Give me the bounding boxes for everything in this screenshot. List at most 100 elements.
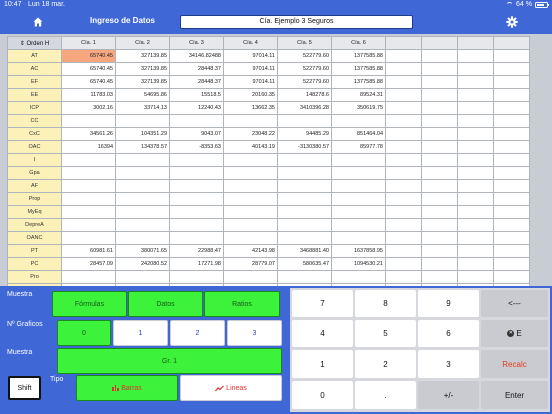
table-cell[interactable] xyxy=(385,270,422,284)
table-cell[interactable] xyxy=(277,270,332,284)
key-1[interactable]: 1 xyxy=(292,350,353,378)
table-cell[interactable] xyxy=(223,179,278,193)
table-cell[interactable] xyxy=(457,244,494,258)
table-cell[interactable] xyxy=(61,205,116,219)
table-cell[interactable]: 15518.5 xyxy=(169,88,224,102)
table-cell[interactable] xyxy=(493,127,530,141)
table-cell[interactable] xyxy=(61,192,116,206)
table-cell[interactable] xyxy=(385,101,422,115)
table-cell[interactable]: 65740.45 xyxy=(61,75,116,89)
table-cell[interactable]: 1637858.95 xyxy=(331,244,386,258)
table-cell[interactable]: 97014.11 xyxy=(223,75,278,89)
table-cell[interactable]: 1377585.88 xyxy=(331,62,386,76)
table-cell[interactable] xyxy=(385,205,422,219)
clear-key[interactable]: ✕ E xyxy=(481,320,548,347)
table-cell[interactable] xyxy=(421,88,458,102)
sort-order-button[interactable]: ⇕ Orden H xyxy=(7,36,62,50)
table-cell[interactable]: 40143.19 xyxy=(223,140,278,154)
table-cell[interactable]: 17271.98 xyxy=(169,257,224,271)
table-cell[interactable] xyxy=(115,179,170,193)
table-cell[interactable] xyxy=(223,218,278,232)
table-cell[interactable] xyxy=(385,192,422,206)
table-cell[interactable] xyxy=(331,231,386,245)
table-cell[interactable]: 148278.6 xyxy=(277,88,332,102)
table-cell[interactable]: 65740.45 xyxy=(61,49,116,63)
key-dot[interactable]: . xyxy=(355,381,416,409)
table-cell[interactable]: 34146.82488 xyxy=(169,49,224,63)
table-cell[interactable]: 28457.09 xyxy=(61,257,116,271)
table-cell[interactable]: 1377585.88 xyxy=(331,49,386,63)
table-cell[interactable]: 1094530.21 xyxy=(331,257,386,271)
table-cell[interactable] xyxy=(457,205,494,219)
table-cell[interactable] xyxy=(331,114,386,128)
company-selector[interactable]: Cía. Ejemplo 3 Seguros xyxy=(180,15,413,29)
table-cell[interactable] xyxy=(421,49,458,63)
sign-key[interactable]: +/- xyxy=(418,381,479,409)
table-cell[interactable] xyxy=(169,218,224,232)
key-3[interactable]: 3 xyxy=(418,350,479,378)
recalc-key[interactable]: Recalc xyxy=(481,350,548,378)
table-cell[interactable] xyxy=(331,179,386,193)
table-cell[interactable]: 13662.35 xyxy=(223,101,278,115)
table-cell[interactable] xyxy=(61,218,116,232)
table-cell[interactable] xyxy=(457,49,494,63)
table-cell[interactable]: 9043.07 xyxy=(169,127,224,141)
table-cell[interactable] xyxy=(457,179,494,193)
table-cell[interactable] xyxy=(277,231,332,245)
table-cell[interactable] xyxy=(493,179,530,193)
graficos-1-button[interactable]: 1 xyxy=(113,320,168,346)
table-cell[interactable]: 28779.07 xyxy=(223,257,278,271)
table-cell[interactable] xyxy=(223,231,278,245)
table-cell[interactable] xyxy=(61,270,116,284)
table-cell[interactable]: 12240.43 xyxy=(169,101,224,115)
table-cell[interactable]: 242080.52 xyxy=(115,257,170,271)
barras-button[interactable]: Barras xyxy=(76,375,178,401)
table-cell[interactable] xyxy=(421,270,458,284)
table-cell[interactable] xyxy=(169,270,224,284)
table-cell[interactable] xyxy=(169,192,224,206)
table-cell[interactable] xyxy=(385,179,422,193)
table-cell[interactable] xyxy=(223,192,278,206)
table-cell[interactable]: 65740.45 xyxy=(61,62,116,76)
table-cell[interactable] xyxy=(385,88,422,102)
table-cell[interactable] xyxy=(331,192,386,206)
table-cell[interactable] xyxy=(457,140,494,154)
table-cell[interactable] xyxy=(493,218,530,232)
table-cell[interactable] xyxy=(61,231,116,245)
table-cell[interactable] xyxy=(115,114,170,128)
table-cell[interactable] xyxy=(457,88,494,102)
table-cell[interactable]: 3002.16 xyxy=(61,101,116,115)
table-cell[interactable] xyxy=(457,101,494,115)
table-cell[interactable] xyxy=(421,75,458,89)
table-cell[interactable] xyxy=(493,205,530,219)
table-cell[interactable]: 522779.60 xyxy=(277,75,332,89)
table-cell[interactable]: 851464.04 xyxy=(331,127,386,141)
table-cell[interactable] xyxy=(457,257,494,271)
table-cell[interactable] xyxy=(457,166,494,180)
table-cell[interactable] xyxy=(115,166,170,180)
table-cell[interactable] xyxy=(331,166,386,180)
table-cell[interactable] xyxy=(223,270,278,284)
table-cell[interactable]: 54695.86 xyxy=(115,88,170,102)
key-4[interactable]: 4 xyxy=(292,320,353,347)
table-cell[interactable] xyxy=(457,270,494,284)
table-cell[interactable] xyxy=(223,153,278,167)
table-cell[interactable] xyxy=(169,166,224,180)
table-cell[interactable] xyxy=(115,270,170,284)
table-cell[interactable] xyxy=(457,153,494,167)
table-cell[interactable]: 580635.47 xyxy=(277,257,332,271)
table-cell[interactable] xyxy=(493,75,530,89)
table-cell[interactable] xyxy=(385,218,422,232)
table-cell[interactable]: 327139.85 xyxy=(115,62,170,76)
key-8[interactable]: 8 xyxy=(355,290,416,317)
table-cell[interactable]: 85977.78 xyxy=(331,140,386,154)
table-cell[interactable] xyxy=(277,153,332,167)
table-cell[interactable] xyxy=(385,62,422,76)
key-9[interactable]: 9 xyxy=(418,290,479,317)
table-cell[interactable] xyxy=(169,205,224,219)
table-cell[interactable] xyxy=(331,153,386,167)
table-cell[interactable]: 522779.60 xyxy=(277,49,332,63)
table-cell[interactable] xyxy=(61,166,116,180)
table-cell[interactable] xyxy=(277,179,332,193)
table-cell[interactable] xyxy=(493,244,530,258)
